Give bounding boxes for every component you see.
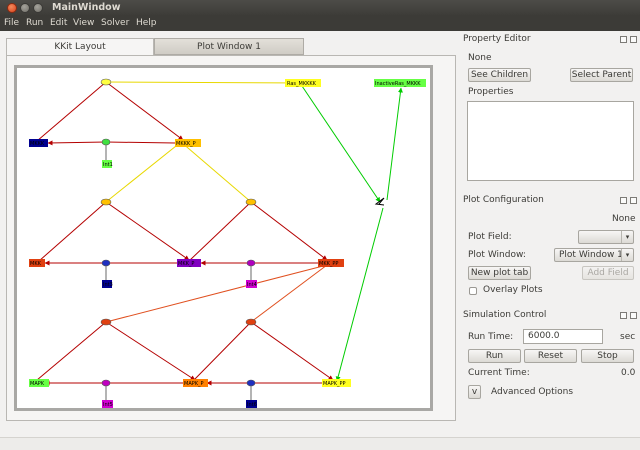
arrow-enz4-mapkpp bbox=[250, 321, 334, 381]
properties-list[interactable] bbox=[467, 101, 634, 181]
properties-label: Properties bbox=[468, 87, 514, 97]
pool-mapk-label: MAPK bbox=[30, 381, 45, 387]
pool-ras-mkkkk-label: Ras_MKKKK bbox=[287, 81, 317, 87]
menu-bar: File Run Edit View Solver Help bbox=[0, 16, 640, 31]
pool-inactive-ras-label: InactiveRas_MKKK bbox=[375, 81, 421, 87]
pool-int1-label: Int1 bbox=[103, 162, 113, 168]
arrow-to-inactive-ras bbox=[386, 87, 403, 201]
menu-view[interactable]: View bbox=[73, 18, 94, 28]
arrow-enz1-mkkp bbox=[105, 201, 190, 261]
pool-int4-label: Int4 bbox=[247, 282, 257, 288]
float-panel-icon[interactable] bbox=[620, 312, 627, 319]
menu-solver[interactable]: Solver bbox=[101, 18, 129, 28]
current-time-label: Current Time: bbox=[468, 368, 530, 378]
reset-button[interactable]: Reset bbox=[524, 349, 577, 363]
tab-plot-window-1[interactable]: Plot Window 1 bbox=[154, 38, 304, 55]
enzyme-int6[interactable] bbox=[246, 379, 256, 387]
title-bar: MainWindow bbox=[0, 0, 640, 16]
pool-mkk-label: MKK bbox=[30, 261, 42, 267]
enzyme-int4[interactable] bbox=[246, 259, 256, 267]
run-time-label: Run Time: bbox=[468, 332, 514, 342]
minimize-window-button[interactable] bbox=[20, 3, 30, 13]
run-button[interactable]: Run bbox=[468, 349, 521, 363]
window-title: MainWindow bbox=[52, 2, 121, 13]
network-canvas[interactable]: Ras_MKKKK InactiveRas_MKKK MKKK MKKK_P I… bbox=[14, 65, 433, 411]
arrow-enz4-mapkp bbox=[192, 321, 252, 382]
arrow-ras-mkkk bbox=[36, 81, 107, 142]
maximize-window-button[interactable] bbox=[33, 3, 43, 13]
plot-target-label: None bbox=[612, 214, 636, 224]
advanced-options-label: Advanced Options bbox=[491, 387, 574, 397]
advanced-options-toggle[interactable]: v bbox=[468, 385, 481, 399]
squiggle-mark bbox=[374, 197, 385, 206]
close-panel-icon[interactable] bbox=[630, 312, 637, 319]
pool-mkkk-label: MKKK bbox=[30, 141, 45, 147]
enzyme-int5[interactable] bbox=[101, 379, 111, 387]
tab-kkit-layout[interactable]: KKit Layout bbox=[6, 38, 154, 55]
plot-window-value: Plot Window 1 bbox=[559, 250, 623, 260]
menu-help[interactable]: Help bbox=[136, 18, 157, 28]
close-panel-icon[interactable] bbox=[630, 197, 637, 204]
enzyme-mkkpp-2[interactable] bbox=[245, 318, 257, 326]
menu-run[interactable]: Run bbox=[26, 18, 43, 28]
current-time-value: 0.0 bbox=[621, 368, 636, 378]
overlay-plots-checkbox[interactable] bbox=[469, 287, 477, 295]
select-parent-button[interactable]: Select Parent bbox=[570, 68, 633, 82]
chevron-down-icon: ▾ bbox=[621, 231, 633, 243]
close-window-button[interactable] bbox=[7, 3, 17, 13]
arrow-enz2-mkkp bbox=[188, 201, 252, 262]
link-ras-enzyme bbox=[105, 81, 306, 84]
pool-mkk-pp-label: MKK_PP bbox=[319, 261, 338, 267]
simulation-control-title: Simulation Control bbox=[463, 310, 547, 320]
add-field-button[interactable]: Add Field bbox=[582, 266, 634, 280]
new-plot-tab-button[interactable]: New plot tab bbox=[468, 266, 531, 280]
run-time-unit: sec bbox=[620, 332, 636, 342]
plot-field-select[interactable]: ▾ bbox=[578, 230, 634, 244]
pool-int5-label: Int5 bbox=[103, 402, 113, 408]
status-bar bbox=[0, 437, 640, 450]
menu-edit[interactable]: Edit bbox=[50, 18, 67, 28]
property-editor-title: Property Editor bbox=[463, 34, 531, 44]
link-mkkkp-enz1 bbox=[105, 141, 182, 203]
selected-object-label: None bbox=[468, 53, 492, 63]
enzyme-mkkpp-1[interactable] bbox=[100, 318, 112, 326]
enzyme-int3[interactable] bbox=[101, 259, 111, 267]
pool-mkk-p-label: MKK_P bbox=[178, 261, 194, 267]
run-time-input[interactable]: 6000.0 bbox=[523, 329, 603, 344]
overlay-plots-label: Overlay Plots bbox=[483, 285, 543, 295]
plot-configuration-title: Plot Configuration bbox=[463, 195, 544, 205]
enzyme-ras[interactable] bbox=[100, 78, 112, 86]
float-panel-icon[interactable] bbox=[620, 197, 627, 204]
link-mkkkp-enz2 bbox=[180, 141, 252, 203]
link-mkkpp-enz4 bbox=[250, 264, 328, 323]
pool-mapk-pp-label: MAPK_PP bbox=[323, 381, 346, 387]
enzyme-int1[interactable] bbox=[101, 138, 111, 146]
pool-int3-label: Int3 bbox=[103, 282, 113, 288]
arrow-ras-to-inactive-path bbox=[301, 85, 381, 203]
arrow-ras-mkkkp bbox=[105, 81, 184, 141]
arrow-enz3-mapkp bbox=[105, 321, 196, 381]
arrow-int1-mkkk bbox=[47, 140, 107, 146]
network-graph: Ras_MKKKK InactiveRas_MKKK MKKK MKKK_P I… bbox=[29, 78, 426, 408]
pool-mapk-p-label: MAPK_P bbox=[184, 381, 204, 387]
menu-file[interactable]: File bbox=[4, 18, 19, 28]
float-panel-icon[interactable] bbox=[620, 36, 627, 43]
stop-button[interactable]: Stop bbox=[581, 349, 634, 363]
enzyme-mkkkp-2[interactable] bbox=[245, 198, 257, 206]
plot-window-select[interactable]: Plot Window 1 ▾ bbox=[554, 248, 634, 262]
enzyme-mkkkp-1[interactable] bbox=[100, 198, 112, 206]
plot-field-label: Plot Field: bbox=[468, 232, 512, 242]
arrow-int1-mkkkp bbox=[105, 141, 176, 144]
pool-mkkk-p-label: MKKK_P bbox=[176, 141, 196, 147]
arrow-enz1-mkk bbox=[38, 201, 107, 262]
plot-window-label: Plot Window: bbox=[468, 250, 526, 260]
arrow-enz2-mkkpp bbox=[250, 201, 328, 261]
link-mkkpp-enz3 bbox=[105, 264, 328, 323]
arrow-enz3-mapk bbox=[36, 321, 107, 381]
see-children-button[interactable]: See Children bbox=[468, 68, 531, 82]
pool-int6-label: Int6 bbox=[247, 402, 257, 408]
chevron-down-icon: ▾ bbox=[621, 249, 633, 261]
arrow-inactive-to-mapkpp bbox=[335, 207, 384, 382]
close-panel-icon[interactable] bbox=[630, 36, 637, 43]
